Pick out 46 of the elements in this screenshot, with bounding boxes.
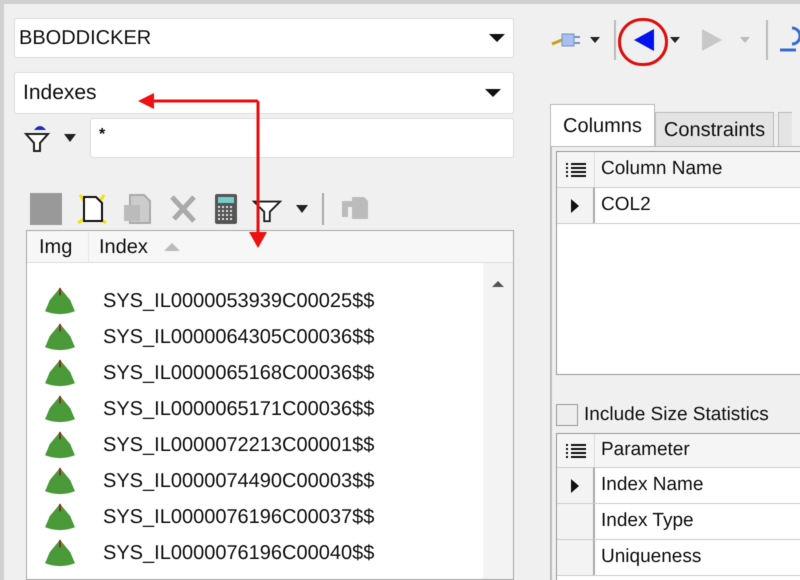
schema-dropdown[interactable]: BBODDICKER: [14, 18, 514, 58]
tab[interactable]: Columns: [550, 104, 655, 146]
index-name[interactable]: SYS_IL0000065171C00036$$: [103, 394, 374, 424]
checkbox[interactable]: [556, 404, 578, 426]
index-name[interactable]: SYS_IL0000065168C00036$$: [103, 358, 374, 388]
caret-icon[interactable]: [590, 37, 600, 43]
caret-icon[interactable]: [296, 205, 308, 213]
row-header[interactable]: [557, 188, 595, 223]
object-type-dropdown[interactable]: Indexes: [14, 72, 514, 114]
list-icon: [566, 442, 586, 458]
column-header[interactable]: Img: [27, 232, 89, 262]
tree-icon: [43, 467, 77, 495]
scroll-up-icon[interactable]: [492, 281, 504, 287]
index-name[interactable]: SYS_IL0000076196C00040$$: [103, 538, 374, 568]
list-icon: [566, 162, 586, 178]
calculator-icon[interactable]: [214, 193, 238, 225]
new-document-icon[interactable]: [76, 193, 108, 225]
tree-icon: [43, 323, 77, 351]
current-row-icon: [571, 478, 579, 492]
scrollbar[interactable]: [483, 263, 513, 579]
dropdown-caret-icon: [489, 34, 505, 42]
caret-icon[interactable]: [64, 134, 76, 142]
tree-icon: [43, 287, 77, 315]
filter-field[interactable]: *: [90, 118, 514, 158]
checkbox-label: Include Size Statistics: [584, 402, 769, 427]
index-name[interactable]: SYS_IL0000074490C00003$$: [103, 466, 374, 496]
caret-icon[interactable]: [670, 37, 680, 43]
tree-icon: [43, 503, 77, 531]
tree-icon: [43, 431, 77, 459]
grid-cell[interactable]: Index Type: [595, 504, 694, 539]
tree-icon: [43, 395, 77, 423]
tree-icon: [43, 539, 77, 567]
index-name[interactable]: SYS_IL0000053939C00025$$: [103, 286, 374, 316]
grid-cell[interactable]: COL2: [595, 188, 651, 223]
back-arrow-icon[interactable]: [634, 29, 654, 51]
row-header[interactable]: [557, 468, 595, 503]
column-header[interactable]: Index: [99, 232, 148, 262]
tree-icon: [43, 359, 77, 387]
grid-cell[interactable]: Uniqueness: [595, 540, 702, 575]
current-row-icon: [571, 198, 579, 212]
grid-cell[interactable]: Index Name: [595, 468, 704, 503]
dropdown-caret-icon: [485, 89, 501, 97]
index-name[interactable]: SYS_IL0000072213C00001$$: [103, 430, 374, 460]
index-name[interactable]: SYS_IL0000064305C00036$$: [103, 322, 374, 352]
index-name[interactable]: SYS_IL0000076196C00037$$: [103, 502, 374, 532]
tab[interactable]: Constraints: [654, 112, 774, 146]
